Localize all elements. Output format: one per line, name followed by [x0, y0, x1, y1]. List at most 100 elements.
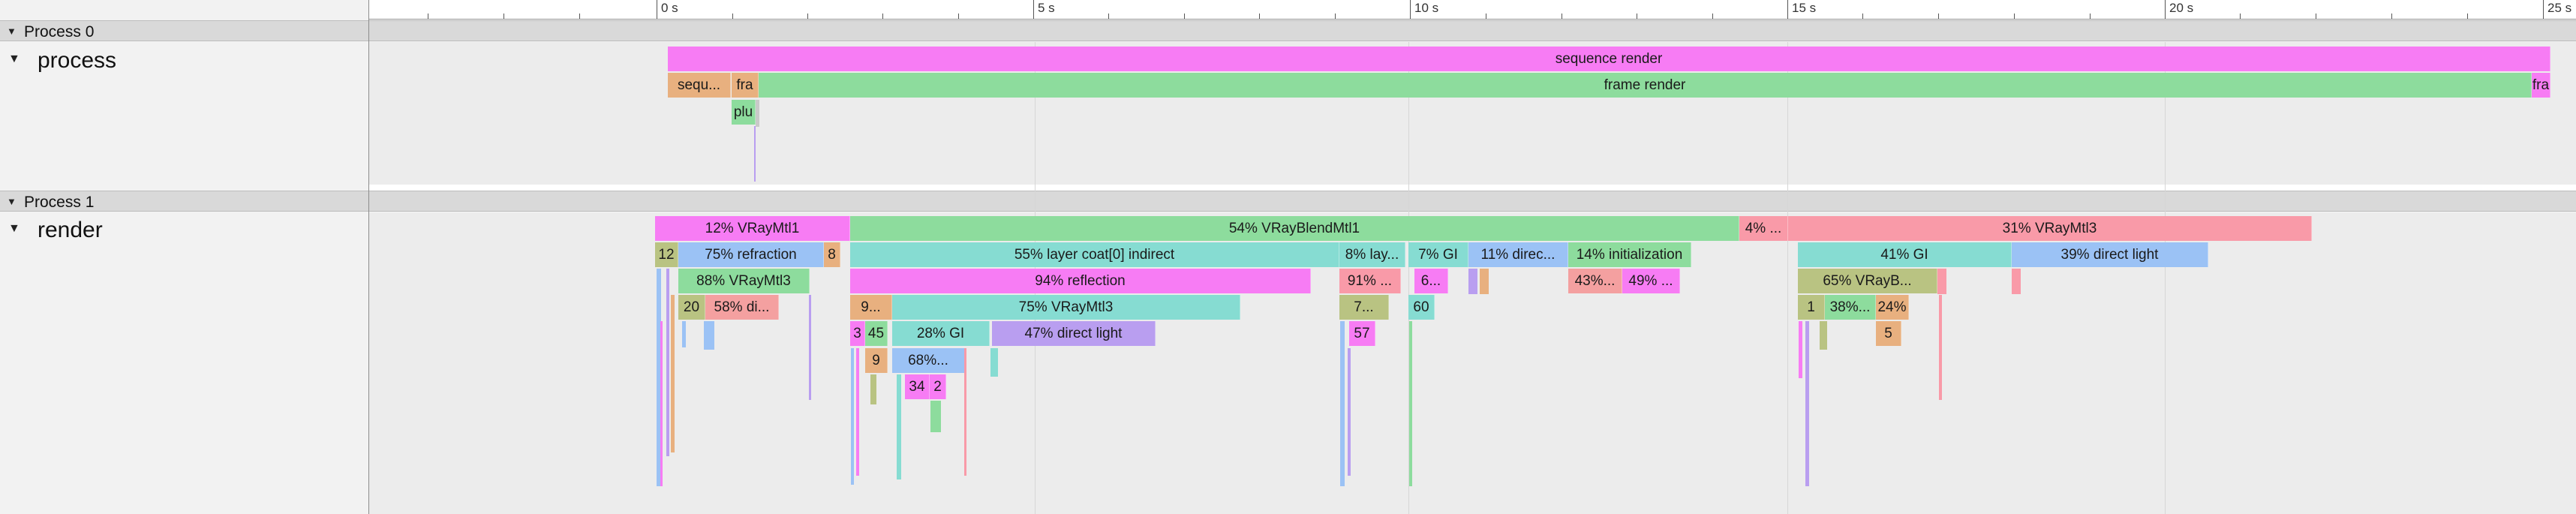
slice-sequence-short[interactable]: sequ... — [668, 73, 731, 98]
slice-gi-28[interactable]: 28% GI — [892, 321, 990, 346]
slice-vraymtl1[interactable]: 12% VRayMtl1 — [655, 216, 850, 241]
slice-vraymtl3-31[interactable]: 31% VRayMtl3 — [1788, 216, 2312, 241]
slice-fra-end[interactable]: fra — [2532, 73, 2550, 98]
panel-divider[interactable] — [368, 0, 369, 514]
slice-sliver — [682, 321, 686, 347]
slice-five[interactable]: 5 — [1876, 321, 1901, 346]
slice-frame-render[interactable]: frame render — [759, 73, 2532, 98]
slice-twentyfour[interactable]: 24% — [1876, 295, 1909, 320]
tick-minor — [1335, 14, 1336, 19]
slice-direc[interactable]: 11% direc... — [1468, 242, 1568, 267]
slice-sliver — [990, 348, 998, 377]
slice-thirtyeight[interactable]: 38%... — [1825, 295, 1876, 320]
slice-sliver — [756, 100, 759, 127]
slice-sliver — [930, 401, 941, 432]
slice-four-pct[interactable]: 4% ... — [1739, 216, 1788, 241]
process-1-header[interactable]: ▼ Process 1 — [0, 191, 2576, 212]
slice-layer-coat[interactable]: 55% layer coat[0] indirect — [850, 242, 1339, 267]
slice-sliver — [1480, 269, 1489, 294]
tick-major — [1033, 0, 1034, 19]
slice-di-58[interactable]: 58% di... — [705, 295, 779, 320]
tick-minor — [882, 14, 883, 19]
slice-sliver — [964, 348, 966, 476]
slice-ninetyone[interactable]: 91% ... — [1339, 269, 1401, 293]
slice-seven-dots[interactable]: 7... — [1339, 295, 1389, 320]
slice-six[interactable]: 6... — [1414, 269, 1448, 293]
slice-one[interactable]: 1 — [1798, 295, 1825, 320]
slice-sliver — [856, 348, 859, 476]
tick-minor — [1259, 14, 1260, 19]
slice-sliver — [1939, 295, 1942, 400]
tick-minor — [732, 14, 733, 19]
slice-fortynine[interactable]: 49% ... — [1622, 269, 1680, 293]
tick-minor — [2467, 14, 2468, 19]
tick-label-0s: 0 s — [661, 1, 678, 15]
slice-sliver — [1348, 348, 1351, 476]
time-ruler[interactable]: 0 s 5 s 10 s 15 s 20 s 25 s — [369, 0, 2576, 20]
tick-minor — [2090, 14, 2091, 19]
collapse-triangle-icon[interactable]: ▼ — [8, 222, 20, 236]
slice-sliver — [671, 295, 675, 452]
slice-sliver — [870, 374, 876, 404]
slice-plugin[interactable]: plu — [732, 100, 756, 125]
tick-minor — [1108, 14, 1109, 19]
thread-name: render — [38, 218, 103, 242]
slice-vrayblendmtl1[interactable]: 54% VRayBlendMtl1 — [850, 216, 1739, 241]
slice-sliver — [1468, 269, 1477, 294]
slice-sliver — [1799, 321, 1802, 378]
slice-gi-41[interactable]: 41% GI — [1798, 242, 2012, 267]
tick-major — [2165, 0, 2166, 19]
slice-sliver — [851, 348, 854, 485]
slice-sixtyeight[interactable]: 68%... — [892, 348, 965, 373]
slice-refraction[interactable]: 75% refraction — [678, 242, 824, 267]
slice-sliver — [897, 374, 901, 479]
tick-label-15s: 15 s — [1792, 1, 1817, 15]
slice-sliver — [704, 321, 714, 350]
collapse-triangle-icon[interactable]: ▼ — [7, 196, 17, 207]
slice-gi-7[interactable]: 7% GI — [1408, 242, 1468, 267]
tick-minor — [1712, 14, 1713, 19]
tick-label-20s: 20 s — [2169, 1, 2194, 15]
thread-name: process — [38, 48, 117, 73]
slice-sliver — [1340, 321, 1345, 486]
tick-minor — [2014, 14, 2015, 19]
slice-fra[interactable]: fra — [732, 73, 759, 98]
collapse-triangle-icon[interactable]: ▼ — [7, 26, 17, 37]
tick-major — [1787, 0, 1788, 19]
tick-major — [2543, 0, 2544, 19]
slice-three[interactable]: 3 — [850, 321, 865, 346]
tick-minor — [807, 14, 808, 19]
slice-two[interactable]: 2 — [930, 374, 946, 399]
slice-eight[interactable]: 8 — [824, 242, 840, 267]
tick-minor — [503, 14, 504, 19]
slice-vraymtl3-75[interactable]: 75% VRayMtl3 — [892, 295, 1240, 320]
slice-sixty[interactable]: 60 — [1408, 295, 1435, 320]
slice-sliver — [1937, 269, 1946, 294]
slice-vrayb-65[interactable]: 65% VRayB... — [1798, 269, 1937, 293]
slice-direct-light-47[interactable]: 47% direct light — [992, 321, 1156, 346]
slice-nine[interactable]: 9 — [865, 348, 888, 373]
slice-fortythree[interactable]: 43%... — [1568, 269, 1622, 293]
slice-lay[interactable]: 8% lay... — [1339, 242, 1405, 267]
tick-minor — [1938, 14, 1939, 19]
slice-sequence-render[interactable]: sequence render — [668, 47, 2550, 71]
tick-minor — [2240, 14, 2241, 19]
slice-direct-light-39[interactable]: 39% direct light — [2012, 242, 2208, 267]
slice-twenty[interactable]: 20 — [678, 295, 705, 320]
gridline — [1787, 42, 1788, 514]
slice-initialization[interactable]: 14% initialization — [1568, 242, 1691, 267]
slice-fortyfive[interactable]: 45 — [865, 321, 888, 346]
slice-sliver — [1805, 321, 1809, 486]
slice-fiftyseven[interactable]: 57 — [1349, 321, 1375, 346]
slice-reflection[interactable]: 94% reflection — [850, 269, 1311, 293]
collapse-triangle-icon[interactable]: ▼ — [8, 53, 20, 66]
tick-minor — [1862, 14, 1863, 19]
slice-nine-dots[interactable]: 9... — [850, 295, 892, 320]
slice-twelve[interactable]: 12 — [655, 242, 678, 267]
slice-vraymtl3-88[interactable]: 88% VRayMtl3 — [678, 269, 810, 293]
tick-label-25s: 25 s — [2547, 1, 2572, 15]
tick-minor — [579, 14, 580, 19]
slice-thirtyfour[interactable]: 34 — [905, 374, 930, 399]
process-0-header[interactable]: ▼ Process 0 — [0, 20, 2576, 41]
slice-sliver — [660, 321, 663, 486]
